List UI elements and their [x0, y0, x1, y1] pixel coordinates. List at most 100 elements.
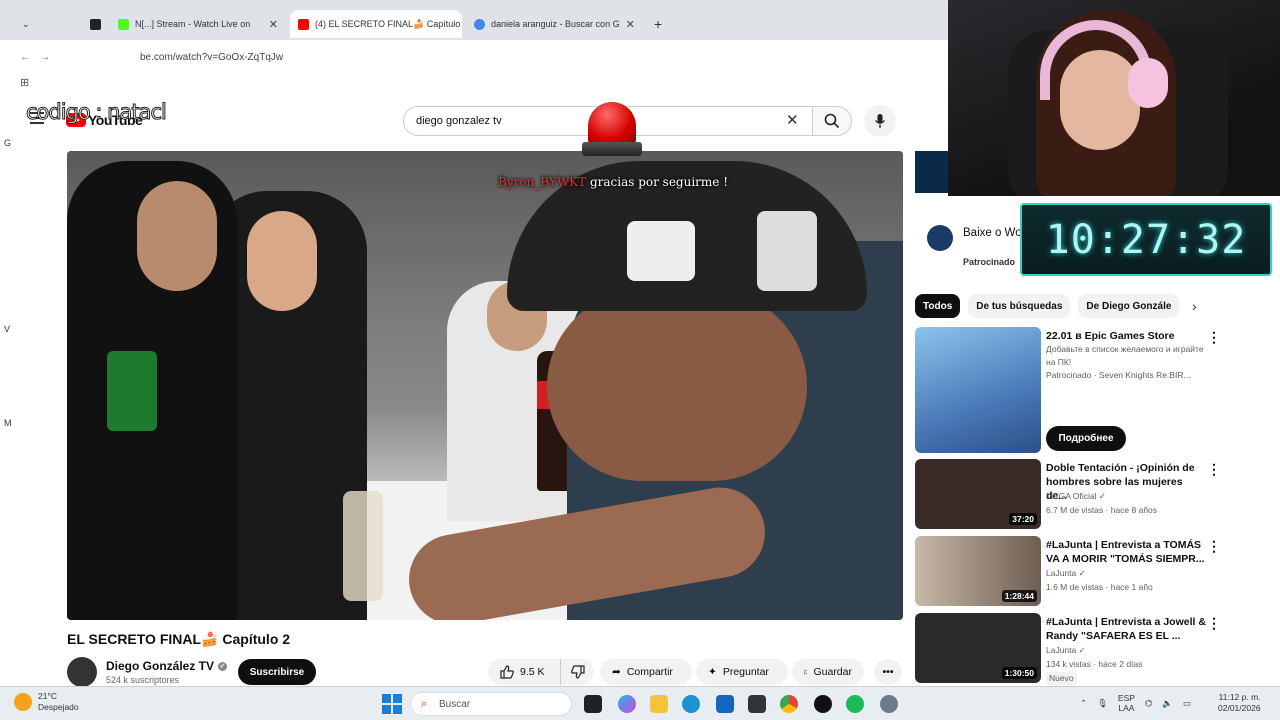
chip-all[interactable]: Todos [915, 294, 961, 318]
channel-label: LaJunta [1046, 568, 1077, 578]
siren-alert-icon [582, 102, 642, 160]
like-button[interactable]: 9.5 K [488, 659, 560, 685]
copilot-icon[interactable] [618, 695, 636, 713]
share-icon: ➦ [612, 666, 621, 678]
ask-label: Preguntar [722, 666, 769, 678]
video-duration: 37:20 [1009, 513, 1037, 525]
voice-search-button[interactable] [864, 105, 896, 137]
dislike-button[interactable] [560, 659, 594, 685]
recommendation-item[interactable]: 1:28:44 #LaJunta | Entrevista a TOMÁS VA… [915, 536, 1275, 606]
close-icon[interactable]: ✕ [269, 18, 278, 31]
app-icon[interactable] [748, 695, 766, 713]
verified-icon: ✓ [218, 661, 228, 671]
recommendation-item[interactable]: 1:30:50 #LaJunta | Entrevista a Jowell &… [915, 613, 1275, 685]
tab-google-search[interactable]: daniela aranguiz - Buscar con G ✕ [466, 10, 642, 38]
recommendation-title: #LaJunta | Entrevista a TOMÁS VA A MORIR… [1046, 539, 1205, 565]
more-actions-button[interactable]: ••• [874, 659, 902, 685]
subscribe-button[interactable]: Suscribirse [238, 659, 316, 685]
url-field[interactable]: be.com/watch?v=GoOx-ZqTqJw [140, 52, 283, 63]
taskbar-search[interactable]: ⌕ Buscar [410, 692, 572, 716]
start-button[interactable] [382, 694, 402, 714]
tab-pinned[interactable] [82, 10, 104, 38]
side-letter: V [4, 324, 11, 334]
verified-icon: ✓ [1078, 645, 1086, 655]
task-view-icon[interactable] [584, 695, 602, 713]
recommendation-stats: 6.7 M de vistas · hace 8 años [1046, 505, 1158, 515]
clock-date[interactable]: 11:12 p. m. 02/01/2026 [1218, 692, 1261, 714]
spotify-icon[interactable] [846, 695, 864, 713]
youtube-icon [298, 18, 309, 30]
tab-youtube[interactable]: (4) EL SECRETO FINAL🍰 Capítulo ✕ [290, 10, 462, 38]
taskbar-search-placeholder: Buscar [439, 698, 471, 710]
subscriber-count: 524 k suscriptores [106, 675, 180, 685]
chip-from-searches[interactable]: De tus búsquedas [968, 294, 1071, 318]
tab-label: (4) EL SECRETO FINAL🍰 Capítulo [315, 18, 461, 29]
more-options-icon[interactable] [1207, 538, 1221, 555]
tab-label: daniela aranguiz - Buscar con G [491, 19, 620, 29]
weather-widget[interactable]: 21°C Despejado [14, 691, 79, 713]
tab-kick-stream[interactable]: N[...] Stream - Watch Live on ✕ [110, 10, 286, 38]
language-indicator[interactable]: ESP LAA [1118, 693, 1135, 713]
alert-username: Byron_BYWKT [498, 175, 587, 189]
save-button[interactable]: Guardar [792, 659, 864, 685]
file-explorer-icon[interactable] [650, 695, 668, 713]
address-bar-row: ← → be.com/watch?v=GoOx-ZqTqJw [0, 40, 948, 74]
volume-icon[interactable]: 🔈 [1162, 698, 1173, 709]
settings-gear-icon[interactable] [880, 695, 898, 713]
chevron-down-icon: ⌄ [22, 18, 30, 29]
microphone-icon [874, 114, 886, 128]
chrome-icon[interactable] [780, 695, 798, 713]
recommendation-channel: LaJunta ✓ [1046, 644, 1086, 657]
ad-cta-button[interactable]: Подробнее [1046, 426, 1126, 451]
edge-icon[interactable] [682, 695, 700, 713]
video-duration: 1:28:44 [1001, 590, 1037, 602]
filter-chips: Todos De tus búsquedas De Diego Gonzále [915, 294, 1180, 318]
video-frame [107, 351, 157, 431]
channel-name[interactable]: Diego González TV ✓ [106, 659, 228, 673]
microphone-icon[interactable]: 🎙 [1097, 698, 1108, 709]
channel-label: LaJunta [1046, 645, 1077, 655]
forward-icon[interactable]: → [40, 52, 50, 63]
recommendation-channel: LaJunta ✓ [1046, 567, 1086, 580]
stream-clock: 10:27:32 [1020, 203, 1272, 276]
sparkle-icon: ✦ [708, 666, 717, 678]
obs-icon[interactable] [814, 695, 832, 713]
weather-temperature: 21°C [38, 691, 57, 701]
ask-button[interactable]: ✦ Preguntar [696, 659, 788, 685]
more-options-icon[interactable] [1207, 329, 1221, 346]
battery-icon[interactable]: ▭ [1183, 698, 1191, 709]
stream-code-overlay: codigo : natacl [26, 100, 168, 125]
taskbar-date: 02/01/2026 [1218, 703, 1261, 713]
weather-description: Despejado [38, 702, 79, 712]
recommendation-stats: 1.6 M de vistas · hace 1 año [1046, 582, 1153, 592]
clear-search-icon[interactable]: ✕ [786, 111, 799, 129]
video-player[interactable] [67, 151, 903, 620]
system-tray: ⌃ 🎙 ESP LAA ⌬ 🔈 ▭ [1080, 693, 1191, 713]
more-options-icon[interactable] [1207, 461, 1221, 478]
tab-list-button[interactable]: ⌄ [14, 10, 36, 38]
search-button[interactable] [812, 106, 852, 136]
recommendation-description: Добавьте в список желаемого и играйте на… [1046, 344, 1204, 367]
taskbar-time: 11:12 p. m. [1218, 692, 1261, 702]
chip-from-channel[interactable]: De Diego Gonzále [1078, 294, 1180, 318]
video-thumbnail[interactable]: 1:28:44 [915, 536, 1041, 606]
store-icon[interactable] [716, 695, 734, 713]
recommendation-item[interactable]: 37:20 Doble Tentación - ¡Opinión de homb… [915, 459, 1275, 529]
channel-name-label: Diego González TV [106, 659, 215, 673]
video-thumbnail[interactable] [915, 327, 1041, 453]
network-icon[interactable]: ⌬ [1145, 698, 1152, 709]
close-icon[interactable]: ✕ [626, 18, 635, 31]
chevron-up-icon[interactable]: ⌃ [1080, 698, 1087, 709]
apps-grid-icon[interactable]: ⊞ [20, 76, 29, 89]
video-title: EL SECRETO FINAL🍰 Capítulo 2 [67, 631, 291, 647]
recommendation-stats: 134 k vistas · hace 2 días [1046, 659, 1143, 669]
more-options-icon[interactable] [1207, 615, 1221, 632]
video-thumbnail[interactable]: 37:20 [915, 459, 1041, 529]
share-button[interactable]: ➦ Compartir [600, 659, 692, 685]
video-thumbnail[interactable]: 1:30:50 [915, 613, 1041, 683]
chevron-right-icon[interactable]: › [1192, 298, 1197, 314]
channel-avatar[interactable] [67, 657, 97, 687]
share-label: Compartir [626, 666, 673, 678]
back-icon[interactable]: ← [20, 52, 30, 63]
new-tab-button[interactable]: + [646, 10, 668, 38]
